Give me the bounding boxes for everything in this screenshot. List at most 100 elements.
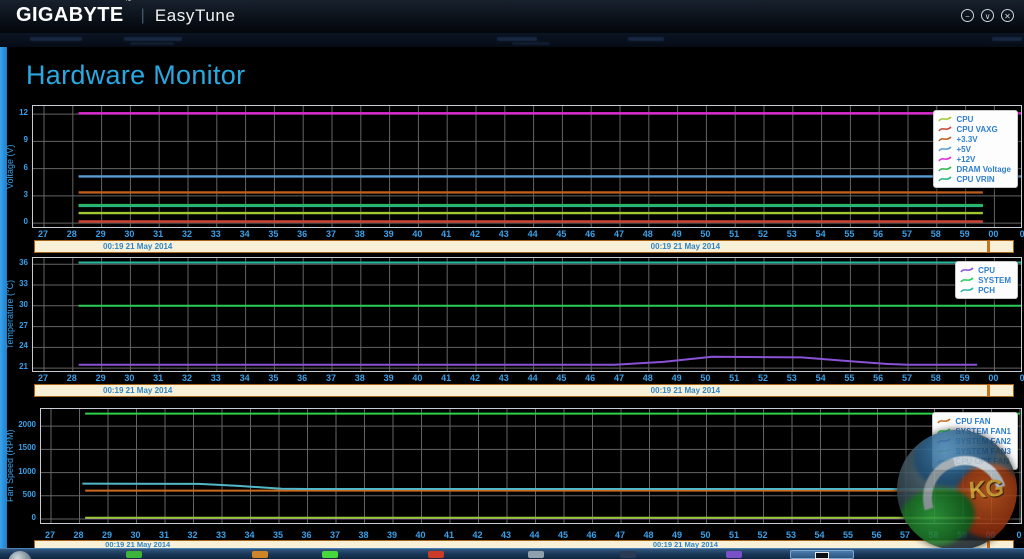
legend-item: SYSTEM FAN3	[937, 446, 1011, 456]
x-tick-label: 35	[268, 530, 288, 540]
x-tick-label: 38	[354, 530, 374, 540]
y-tick-label: 21	[2, 362, 28, 371]
x-tick-label: 34	[240, 530, 260, 540]
taskbar-icon[interactable]	[726, 551, 742, 558]
x-tick-label: 42	[468, 530, 488, 540]
legend-label: CPU	[956, 115, 973, 124]
temperature-y-axis-label: Temperature (°C)	[2, 257, 18, 372]
x-tick-label: 38	[350, 373, 370, 383]
x-tick-label: 51	[724, 373, 744, 383]
x-tick-label: 31	[148, 229, 168, 239]
timeline-timestamp: 00:19 21 May 2014	[103, 385, 172, 396]
legend-item: PCH	[960, 285, 1011, 295]
x-tick-label: 53	[782, 373, 802, 383]
start-orb[interactable]	[8, 551, 32, 559]
x-tick-label: 29	[91, 229, 111, 239]
taskbar-icon[interactable]	[252, 551, 268, 558]
legend-label: CPU FAN	[955, 417, 990, 426]
x-tick-label: 57	[895, 530, 915, 540]
temperature-timeline-band[interactable]: 00:19 21 May 2014 00:19 21 May 2014	[34, 384, 1014, 397]
logo-divider: |	[141, 7, 145, 25]
easytune-window: GIGABYTE™ | EasyTune − ∨ ✕ Hardware Moni…	[0, 0, 1024, 559]
legend-line-swatch	[937, 437, 951, 445]
legend-item: +5V	[938, 144, 1011, 154]
legend-line-swatch	[937, 417, 951, 425]
x-tick-label: 54	[811, 373, 831, 383]
x-tick-label: 49	[667, 229, 687, 239]
legend-label: CPU VRIN	[956, 175, 994, 184]
x-tick-label: 49	[667, 530, 687, 540]
taskbar-icon[interactable]	[126, 551, 142, 558]
y-tick-label: 2000	[10, 420, 36, 429]
voltage-timeline-band[interactable]: 00:19 21 May 201400:19 21 May 2014	[34, 240, 1014, 253]
legend-line-swatch	[937, 447, 951, 455]
x-tick-label: 51	[724, 530, 744, 540]
x-tick-label: 41	[439, 530, 459, 540]
close-button[interactable]: ✕	[1001, 9, 1014, 22]
temperature-series-cpu	[79, 357, 978, 365]
legend-item: SYSTEM FAN1	[937, 426, 1011, 436]
taskbar-icon[interactable]	[528, 551, 544, 558]
x-tick-label: 27	[33, 373, 53, 383]
x-tick-label: 55	[838, 530, 858, 540]
legend-line-swatch	[938, 165, 952, 173]
legend-item: CPU OPT FAN	[937, 456, 1011, 466]
x-tick-label: 30	[119, 373, 139, 383]
taskbar-icon[interactable]	[322, 551, 338, 558]
x-tick-label: 37	[321, 229, 341, 239]
y-tick-label: 24	[2, 341, 28, 350]
x-tick-label: 52	[753, 373, 773, 383]
active-taskbar-button[interactable]	[790, 550, 854, 559]
x-tick-label: 37	[325, 530, 345, 540]
legend-line-swatch	[938, 135, 952, 143]
y-tick-label: 1500	[10, 443, 36, 452]
x-tick-label: 42	[465, 373, 485, 383]
legend-line-swatch	[937, 457, 951, 465]
y-tick-label: 36	[2, 258, 28, 267]
ghost-menu-strip	[0, 33, 1024, 47]
x-tick-label: 34	[235, 373, 255, 383]
fan-speed-chart	[40, 408, 1022, 524]
timeline-timestamp: 00:19 21 May 2014	[651, 385, 720, 396]
x-tick-label: 53	[782, 229, 802, 239]
x-tick-label: 44	[525, 530, 545, 540]
timeline-divider[interactable]	[987, 241, 990, 252]
x-tick-label: 48	[638, 373, 658, 383]
legend-label: CPU	[978, 266, 995, 275]
windows-taskbar[interactable]	[0, 548, 1024, 559]
x-tick-label: 57	[897, 229, 917, 239]
x-tick-label: 46	[580, 229, 600, 239]
x-tick-label: 34	[235, 229, 255, 239]
x-tick-label: 40	[407, 373, 427, 383]
legend-item: CPU	[960, 265, 1011, 275]
collapse-button[interactable]: ∨	[981, 9, 994, 22]
timeline-divider[interactable]	[987, 385, 990, 396]
x-tick-label: 0	[1012, 373, 1024, 383]
x-tick-label: 33	[206, 373, 226, 383]
x-tick-label: 58	[924, 530, 944, 540]
legend-item: +12V	[938, 154, 1011, 164]
timeline-timestamp: 00:19 21 May 2014	[653, 541, 718, 548]
x-tick-label: 00	[981, 530, 1001, 540]
minimize-button[interactable]: −	[961, 9, 974, 22]
x-tick-label: 40	[411, 530, 431, 540]
x-tick-label: 39	[379, 373, 399, 383]
x-tick-label: 0	[1012, 229, 1024, 239]
legend-line-swatch	[938, 145, 952, 153]
x-tick-label: 32	[183, 530, 203, 540]
legend-line-swatch	[938, 125, 952, 133]
x-tick-label: 32	[177, 373, 197, 383]
x-tick-label: 27	[40, 530, 60, 540]
legend-item: SYSTEM FAN2	[937, 436, 1011, 446]
fan-speed-series-cpu-opt-fan	[82, 484, 980, 489]
window-controls: − ∨ ✕	[961, 9, 1014, 22]
taskbar-icon[interactable]	[620, 551, 636, 558]
x-tick-label: 42	[465, 229, 485, 239]
legend-label: SYSTEM	[978, 276, 1011, 285]
legend-label: +5V	[956, 145, 970, 154]
legend-line-swatch	[960, 286, 974, 294]
x-tick-label: 57	[897, 373, 917, 383]
timeline-divider[interactable]	[987, 541, 990, 548]
taskbar-icon[interactable]	[428, 551, 444, 558]
legend-line-swatch	[960, 276, 974, 284]
